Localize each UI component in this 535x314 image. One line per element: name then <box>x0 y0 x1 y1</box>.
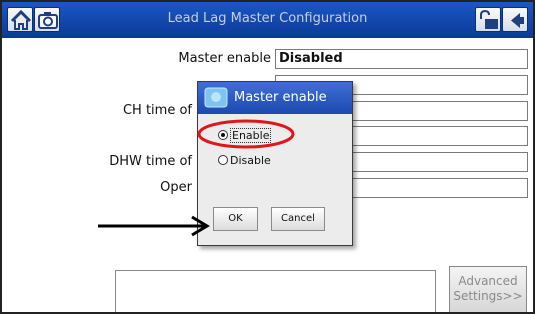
cancel-button[interactable]: Cancel <box>271 207 325 231</box>
advanced-settings-button[interactable]: Advanced Settings>> <box>449 266 527 312</box>
master-enable-dialog: Master enable Enable Disable OK Cancel <box>197 81 353 246</box>
window-title: Lead Lag Master Configuration <box>167 11 368 26</box>
dialog-title-bar: Master enable <box>198 82 352 114</box>
radio-enable[interactable] <box>218 130 228 140</box>
option-disable[interactable]: Disable <box>218 154 271 167</box>
dialog-title: Master enable <box>234 90 327 105</box>
option-disable-label: Disable <box>230 154 271 167</box>
master-enable-field[interactable]: Disabled <box>275 49 528 69</box>
back-button[interactable] <box>502 7 528 32</box>
lock-button[interactable] <box>475 7 501 32</box>
screen: Lead Lag Master Configuration Master ena… <box>0 0 535 314</box>
option-enable[interactable]: Enable <box>218 128 272 143</box>
pointer-arrow <box>98 215 210 237</box>
title-bar: Lead Lag Master Configuration <box>2 2 533 38</box>
radio-disable[interactable] <box>218 155 228 165</box>
status-box <box>115 270 436 312</box>
dialog-app-icon <box>204 87 228 108</box>
master-enable-label: Master enable <box>178 51 271 66</box>
advanced-label-2: Settings>> <box>453 289 523 303</box>
dhw-time-label: DHW time of <box>109 154 192 169</box>
unlock-icon <box>480 9 498 29</box>
option-enable-label: Enable <box>230 128 272 143</box>
advanced-label-1: Advanced <box>458 274 518 288</box>
operation-label: Oper <box>160 180 192 195</box>
ok-button[interactable]: OK <box>213 207 258 231</box>
back-arrow-icon <box>511 13 524 28</box>
ch-time-label: CH time of <box>122 103 192 118</box>
